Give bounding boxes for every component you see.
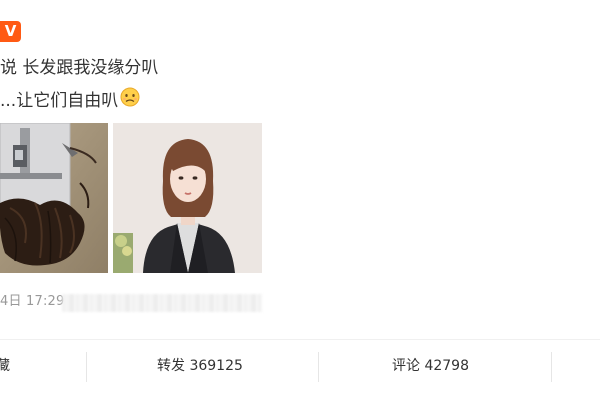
action-separator — [551, 352, 552, 382]
cut-hair-photo[interactable] — [0, 123, 108, 273]
repost-button[interactable]: 转发 369125 — [157, 340, 243, 394]
post-text-line-2-content: ...让它们自由叭 — [0, 91, 119, 111]
sad-face-emoji-icon — [120, 87, 140, 112]
action-bar: 藏 转发 369125 评论 42798 — [0, 340, 600, 394]
post-text-line-2: ...让它们自由叭 — [0, 87, 140, 112]
blurred-source-info — [62, 294, 262, 312]
verified-badge: V — [0, 21, 21, 42]
portrait-photo[interactable] — [113, 123, 262, 273]
post-text-line-1: 说 长发跟我没缘分叭 — [0, 58, 159, 78]
comment-button[interactable]: 评论 42798 — [392, 340, 469, 394]
action-separator — [318, 352, 319, 382]
favorite-button[interactable]: 藏 — [0, 340, 10, 394]
post-timestamp[interactable]: 4日 17:29 — [0, 292, 64, 312]
action-separator — [86, 352, 87, 382]
post-meta-row: 4日 17:29 — [0, 292, 270, 312]
